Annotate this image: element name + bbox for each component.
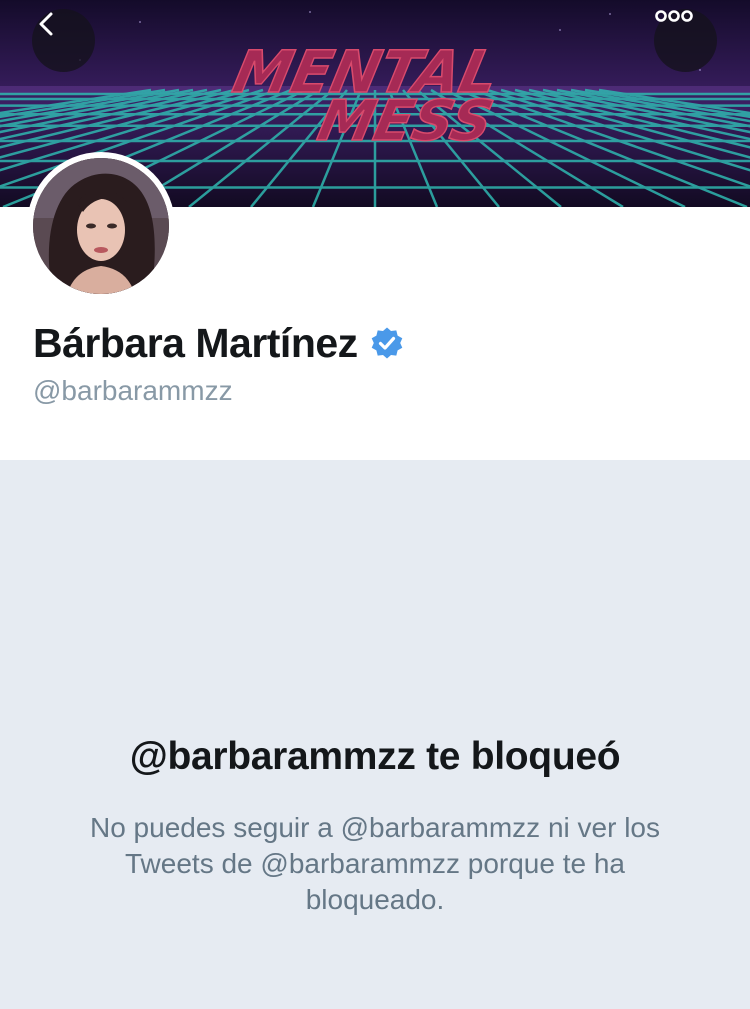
avatar[interactable] (33, 158, 169, 294)
verified-badge-icon (371, 327, 402, 359)
profile-name: Bárbara Martínez (33, 319, 358, 366)
more-options-button[interactable] (654, 9, 717, 72)
back-button[interactable] (32, 9, 95, 72)
more-horizontal-icon (655, 10, 693, 22)
avatar-image (33, 158, 169, 294)
blocked-title: @barbarammzz te bloqueó (129, 735, 621, 778)
chevron-left-icon (39, 12, 53, 36)
profile-name-row: Bárbara Martínez (33, 318, 404, 368)
blocked-message: No puedes seguir a @barbarammzz ni ver l… (89, 812, 660, 915)
banner-logo-line2: MESS (312, 89, 498, 154)
profile-handle: @barbarammzz (33, 375, 233, 406)
